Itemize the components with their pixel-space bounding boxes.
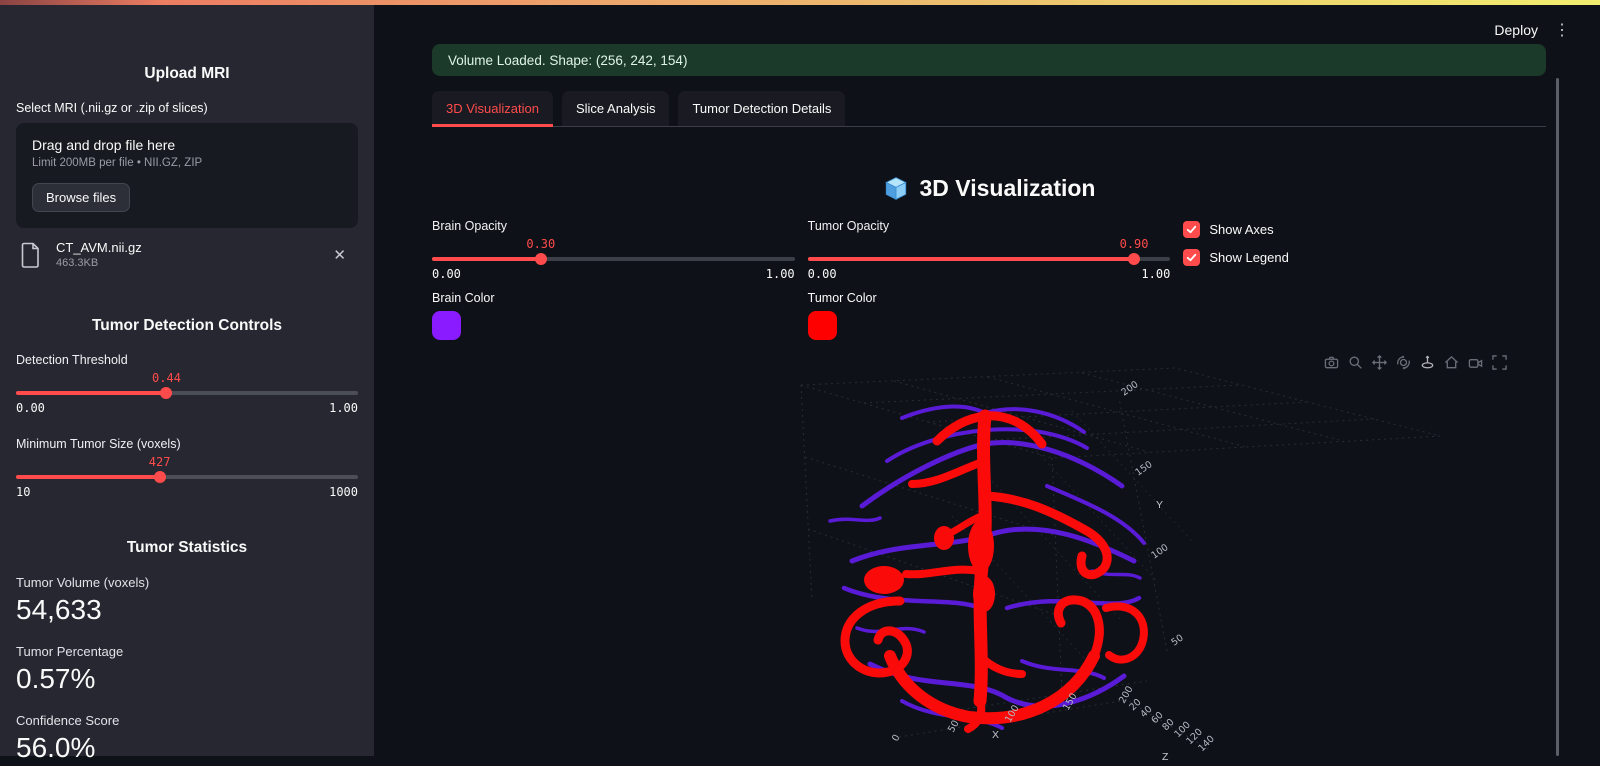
svg-text:X: X [992, 729, 999, 741]
success-banner: Volume Loaded. Shape: (256, 242, 154) [432, 44, 1546, 76]
page-title-text: 3D Visualization [919, 175, 1096, 201]
slider-value: 0.90 [1119, 237, 1149, 251]
file-uploader-label: Select MRI (.nii.gz or .zip of slices) [16, 101, 208, 115]
success-banner-text: Volume Loaded. Shape: (256, 242, 154) [448, 52, 688, 68]
slider-max: 1.00 [329, 401, 358, 415]
tab-bar: 3D Visualization Slice Analysis Tumor De… [432, 91, 1546, 127]
zoom-icon[interactable] [1347, 354, 1364, 371]
metric-value: 54,633 [16, 594, 102, 625]
svg-text:Z: Z [1162, 751, 1169, 763]
svg-text:50: 50 [1169, 633, 1185, 649]
tumor-controls-column: Tumor Opacity 0.90 0.00 1.00 Tumor Color [807, 219, 1171, 340]
brain-color-label: Brain Color [432, 291, 495, 305]
metric-tumor-percentage: Tumor Percentage 0.57% [16, 644, 358, 695]
plot-3d[interactable]: 200 150 Y 100 50 0 50 100 150 200 X 20 4… [432, 354, 1546, 766]
slider-min: 0.00 [432, 267, 461, 281]
slider-value: 427 [148, 455, 171, 469]
tab-3d-visualization[interactable]: 3D Visualization [432, 91, 553, 127]
slider-value: 0.30 [526, 237, 556, 251]
metric-tumor-volume: Tumor Volume (voxels) 54,633 [16, 575, 358, 626]
page-title: 3D Visualization [432, 175, 1546, 202]
sidebar: Upload MRI Select MRI (.nii.gz or .zip o… [0, 5, 374, 763]
browse-files-button[interactable]: Browse files [32, 183, 131, 212]
slider-label: Brain Opacity [432, 219, 508, 233]
plotly-modebar [1323, 354, 1508, 371]
reset-camera-icon[interactable] [1443, 354, 1460, 371]
slider-thumb[interactable] [1128, 253, 1141, 265]
slider-thumb[interactable] [160, 387, 173, 399]
main-content: Deploy ⋮ Volume Loaded. Shape: (256, 242… [374, 5, 1600, 763]
metric-value: 56.0% [16, 732, 96, 763]
slider-max: 1000 [329, 485, 358, 499]
pan-icon[interactable] [1371, 354, 1388, 371]
metric-value: 0.57% [16, 663, 96, 694]
slider-min: 10 [16, 485, 31, 499]
main-menu-icon[interactable]: ⋮ [1554, 20, 1570, 40]
metric-confidence-score: Confidence Score 56.0% [16, 713, 358, 764]
svg-text:Y: Y [1156, 499, 1163, 511]
metric-label: Tumor Volume (voxels) [16, 575, 150, 590]
svg-text:0: 0 [890, 733, 903, 744]
turntable-rotation-icon[interactable] [1419, 354, 1436, 371]
slider-max: 1.00 [765, 267, 795, 281]
tumor-region [840, 409, 1148, 733]
download-plot-icon[interactable] [1323, 354, 1340, 371]
slider-label: Detection Threshold [16, 353, 128, 367]
uploaded-file-name: CT_AVM.nii.gz [56, 240, 142, 255]
slider-thumb[interactable] [153, 471, 166, 483]
slider-track[interactable] [16, 387, 358, 399]
dropzone-limit: Limit 200MB per file • NII.GZ, ZIP [32, 157, 203, 169]
tumor-color-picker[interactable] [807, 311, 837, 340]
tab-tumor-detection-details[interactable]: Tumor Detection Details [678, 91, 846, 126]
detection-threshold-slider: Detection Threshold 0.44 0.00 1.00 [16, 353, 358, 415]
min-tumor-size-slider: Minimum Tumor Size (voxels) 427 10 1000 [16, 437, 358, 499]
plot-canvas[interactable]: 200 150 Y 100 50 0 50 100 150 200 X 20 4… [432, 356, 1546, 766]
check-icon [1187, 225, 1197, 234]
remove-file-icon[interactable]: ✕ [325, 242, 354, 268]
slider-thumb[interactable] [534, 253, 547, 265]
brain-color-picker[interactable] [432, 311, 461, 340]
brain-opacity-slider: Brain Opacity 0.30 0.00 1.00 [432, 219, 795, 281]
vertical-scrollbar[interactable] [1556, 78, 1559, 756]
svg-text:150: 150 [1133, 459, 1154, 478]
tab-slice-analysis[interactable]: Slice Analysis [561, 91, 670, 126]
fullscreen-icon[interactable] [1491, 354, 1508, 371]
controls-heading: Tumor Detection Controls [91, 317, 283, 334]
slider-track[interactable] [432, 253, 795, 265]
slider-label: Tumor Opacity [807, 219, 890, 233]
show-legend-label: Show Legend [1209, 250, 1289, 265]
metric-label: Confidence Score [16, 713, 120, 728]
metric-label: Tumor Percentage [16, 644, 124, 659]
orbit-rotation-icon[interactable] [1395, 354, 1412, 371]
tumor-opacity-slider: Tumor Opacity 0.90 0.00 1.00 [807, 219, 1171, 281]
slider-label: Minimum Tumor Size (voxels) [16, 437, 181, 451]
uploaded-file-size: 463.3KB [56, 257, 99, 269]
cube-icon [884, 176, 907, 200]
show-axes-checkbox[interactable] [1183, 221, 1201, 238]
slider-track[interactable] [16, 471, 358, 483]
brain-controls-column: Brain Opacity 0.30 0.00 1.00 Brain Color [432, 219, 795, 340]
decoration-bar [0, 0, 1600, 5]
svg-text:200: 200 [1119, 379, 1140, 398]
slider-track[interactable] [807, 253, 1171, 265]
check-icon [1187, 253, 1197, 262]
file-dropzone[interactable]: Drag and drop file here Limit 200MB per … [16, 123, 358, 228]
slider-min: 0.00 [16, 401, 45, 415]
svg-text:100: 100 [1149, 542, 1170, 561]
stats-heading: Tumor Statistics [126, 539, 248, 556]
reset-camera-last-save-icon[interactable] [1467, 354, 1484, 371]
dropzone-title: Drag and drop file here [32, 137, 176, 153]
tumor-color-label: Tumor Color [807, 291, 877, 305]
uploaded-file-row: CT_AVM.nii.gz 463.3KB ✕ [16, 240, 358, 269]
show-legend-checkbox[interactable] [1183, 249, 1201, 266]
display-options-column: Show Axes Show Legend [1183, 219, 1546, 340]
show-axes-label: Show Axes [1209, 222, 1274, 237]
deploy-button[interactable]: Deploy [1494, 22, 1538, 38]
slider-min: 0.00 [807, 267, 837, 281]
file-icon [21, 242, 39, 268]
viz-controls: Brain Opacity 0.30 0.00 1.00 Brain Color [432, 219, 1546, 340]
upload-heading: Upload MRI [144, 65, 230, 82]
slider-max: 1.00 [1141, 267, 1171, 281]
slider-value: 0.44 [152, 371, 181, 385]
